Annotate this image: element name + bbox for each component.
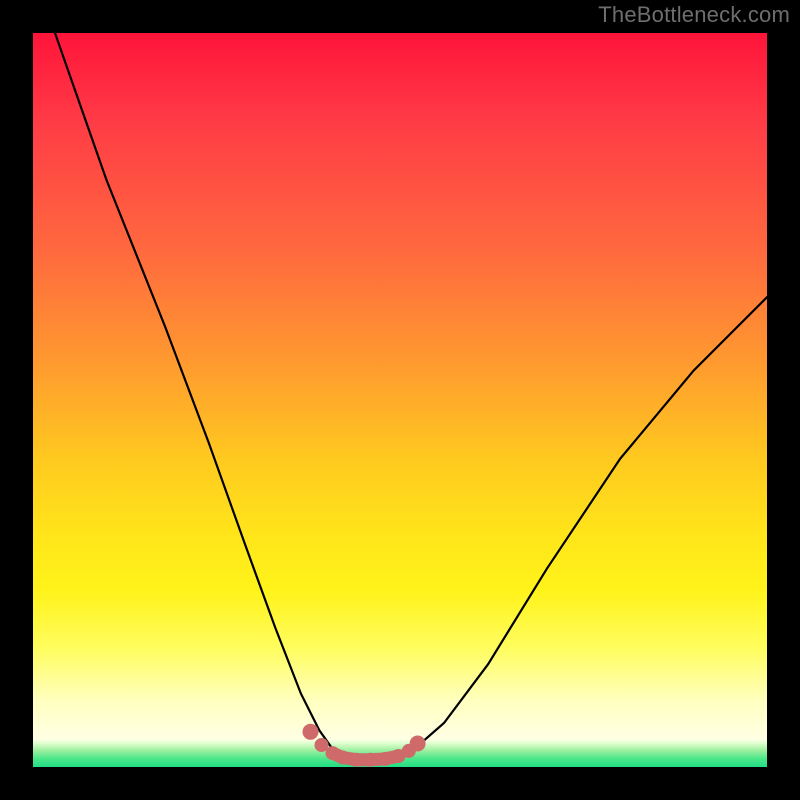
- curve-layer: [33, 33, 767, 767]
- chart-frame: TheBottleneck.com: [0, 0, 800, 800]
- marker-dot: [336, 751, 350, 765]
- bottleneck-curve: [55, 33, 767, 760]
- marker-dot: [410, 736, 426, 752]
- marker-dot: [303, 724, 319, 740]
- plot-area: [33, 33, 767, 767]
- marker-dot: [349, 753, 363, 767]
- watermark-text: TheBottleneck.com: [598, 2, 790, 28]
- marker-dot: [364, 753, 378, 767]
- curve-markers: [303, 724, 426, 767]
- marker-dot: [378, 752, 392, 766]
